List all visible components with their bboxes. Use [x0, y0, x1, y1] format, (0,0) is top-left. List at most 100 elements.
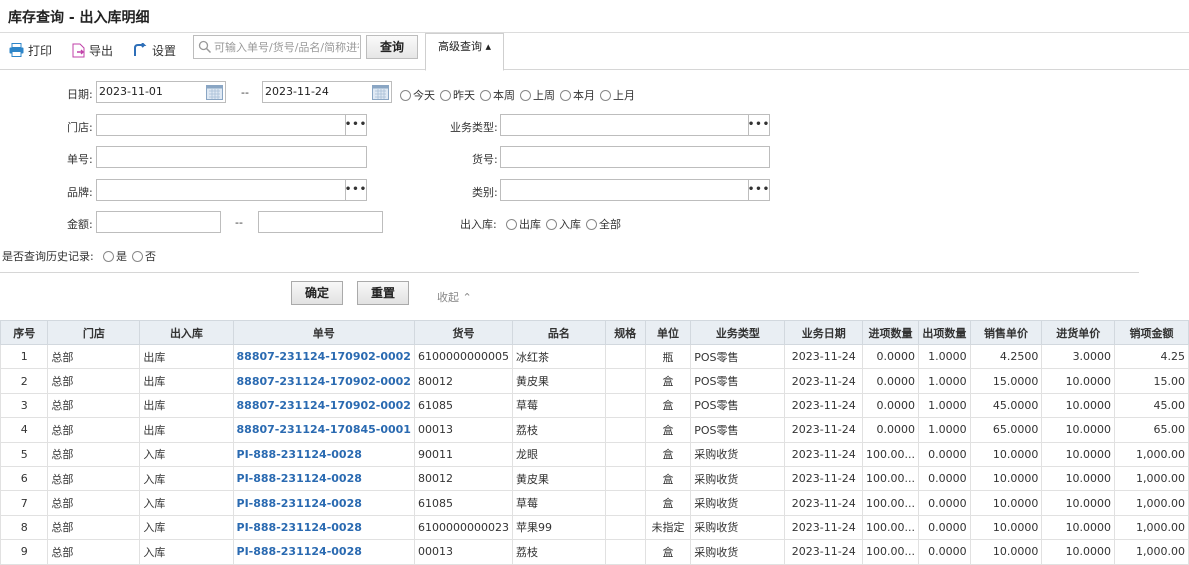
table-row[interactable]: 4 总部 出库 88807-231124-170845-0001 00013 荔枝 盒 POS… — [0, 417, 1189, 443]
brand-picker-button[interactable]: ••• — [345, 180, 366, 200]
category-picker-button[interactable]: ••• — [748, 180, 769, 200]
calendar-icon[interactable] — [206, 84, 223, 100]
cell-unit: 盒 — [644, 539, 692, 565]
cell-item-no: 6100000000023 — [413, 514, 513, 541]
radio-this-week[interactable]: 本周 — [480, 87, 515, 103]
table-row[interactable]: 8 总部 入库 PI-888-231124-0028 6100000000023 苹果99… — [0, 514, 1189, 541]
header-col-doc-no[interactable]: 单号 — [232, 320, 415, 345]
table-row[interactable]: 3 总部 出库 88807-231124-170902-0002 61085 草莓 盒 POS… — [0, 392, 1189, 419]
radio-last-week[interactable]: 上周 — [520, 87, 555, 103]
cell-in-qty: 0.0000 — [862, 392, 920, 419]
header-col-biz-type[interactable]: 业务类型 — [690, 320, 786, 345]
radio-history-yes[interactable]: 是 — [103, 248, 127, 264]
cell-in-qty: 0.0000 — [862, 417, 920, 443]
amount-to-field[interactable] — [258, 211, 383, 233]
cell-cost-price: 10.0000 — [1041, 465, 1116, 492]
cell-store: 总部 — [47, 417, 141, 443]
cell-store: 总部 — [47, 392, 141, 419]
cell-doc-no[interactable]: PI-888-231124-0028 — [232, 465, 415, 492]
cell-unit: 盒 — [644, 417, 692, 443]
cell-out-qty: 0.0000 — [918, 490, 971, 516]
header-col-out-qty[interactable]: 出项数量 — [918, 320, 971, 345]
radio-all[interactable]: 全部 — [586, 216, 621, 232]
item-no-field[interactable] — [500, 146, 770, 168]
header-col-in-qty[interactable]: 进项数量 — [862, 320, 920, 345]
biz-type-picker-button[interactable]: ••• — [748, 115, 769, 135]
radio-last-month[interactable]: 上月 — [600, 87, 635, 103]
header-col-out-amount[interactable]: 销项金额 — [1114, 320, 1189, 345]
cell-sale-price: 10.0000 — [969, 441, 1043, 467]
header-col-inout[interactable]: 出入库 — [139, 320, 234, 345]
header-col-spec[interactable]: 规格 — [604, 320, 646, 345]
cell-spec — [604, 417, 646, 443]
cell-doc-no[interactable]: PI-888-231124-0028 — [232, 490, 415, 516]
header-col-product-name[interactable]: 品名 — [511, 320, 606, 345]
biz-type-field[interactable]: ••• — [500, 114, 770, 136]
cell-doc-no[interactable]: 88807-231124-170902-0002 — [232, 392, 415, 419]
radio-outbound[interactable]: 出库 — [506, 216, 541, 232]
date-to-field[interactable]: 2023-11-24 — [262, 81, 392, 103]
table-row[interactable]: 1 总部 出库 88807-231124-170902-0002 61000000000… — [0, 343, 1189, 370]
store-field[interactable]: ••• — [96, 114, 367, 136]
category-field[interactable]: ••• — [500, 179, 770, 201]
doc-no-field[interactable] — [96, 146, 367, 168]
cell-doc-no[interactable]: PI-888-231124-0028 — [232, 514, 415, 541]
header-col-unit[interactable]: 单位 — [644, 320, 692, 345]
cell-doc-no[interactable]: 88807-231124-170902-0002 — [232, 343, 415, 370]
history-label: 是否查询历史记录: — [2, 250, 94, 263]
cell-cost-price: 10.0000 — [1041, 441, 1116, 467]
print-button[interactable]: 打印 — [9, 41, 52, 59]
brand-field[interactable]: ••• — [96, 179, 367, 201]
date-from-field[interactable]: 2023-11-01 — [96, 81, 226, 103]
cell-seq: 2 — [0, 368, 49, 394]
header-col-biz-date[interactable]: 业务日期 — [784, 320, 864, 345]
table-row[interactable]: 5 总部 入库 PI-888-231124-0028 90011 龙眼 盒采购收货 2023-… — [0, 441, 1189, 467]
store-picker-button[interactable]: ••• — [345, 115, 366, 135]
header-col-store[interactable]: 门店 — [47, 320, 141, 345]
cell-biz-type: 采购收货 — [690, 441, 786, 467]
cell-out-amount: 4.25 — [1114, 343, 1189, 370]
cell-doc-no[interactable]: PI-888-231124-0028 — [232, 441, 415, 467]
tab-advanced-query[interactable]: 高级查询 ▴ — [425, 33, 504, 71]
cell-seq: 6 — [0, 465, 49, 492]
cell-doc-no[interactable]: 88807-231124-170845-0001 — [232, 417, 415, 443]
amount-from-field[interactable] — [96, 211, 221, 233]
cell-store: 总部 — [47, 441, 141, 467]
radio-history-no[interactable]: 否 — [132, 248, 156, 264]
cell-product-name: 冰红茶 — [511, 343, 606, 370]
cell-biz-type: POS零售 — [690, 392, 786, 419]
cell-spec — [604, 368, 646, 394]
radio-this-month[interactable]: 本月 — [560, 87, 595, 103]
table-row[interactable]: 9 总部 入库 PI-888-231124-0028 00013 荔枝 盒采购收货 2023-… — [0, 539, 1189, 565]
table-row[interactable]: 6 总部 入库 PI-888-231124-0028 80012 黄皮果 盒采购收货 2023… — [0, 465, 1189, 492]
cell-seq: 9 — [0, 539, 49, 565]
cell-spec — [604, 514, 646, 541]
cell-unit: 盒 — [644, 490, 692, 516]
cell-cost-price: 10.0000 — [1041, 514, 1116, 541]
radio-yesterday[interactable]: 昨天 — [440, 87, 475, 103]
cell-doc-no[interactable]: PI-888-231124-0028 — [232, 539, 415, 565]
cell-item-no: 00013 — [413, 417, 513, 443]
cell-store: 总部 — [47, 514, 141, 541]
item-no-label: 货号: — [472, 153, 498, 166]
confirm-button[interactable]: 确定 — [291, 281, 343, 305]
export-button[interactable]: 导出 — [72, 41, 113, 59]
table-row[interactable]: 2 总部 出库 88807-231124-170902-0002 80012 黄皮果 盒 PO… — [0, 368, 1189, 394]
search-input[interactable] — [212, 37, 360, 57]
radio-inbound[interactable]: 入库 — [546, 216, 581, 232]
reset-button[interactable]: 重置 — [357, 281, 409, 305]
header-col-cost-price[interactable]: 进货单价 — [1041, 320, 1116, 345]
table-row[interactable]: 7 总部 入库 PI-888-231124-0028 61085 草莓 盒采购收货 2023-… — [0, 490, 1189, 516]
cell-biz-type: 采购收货 — [690, 539, 786, 565]
calendar-icon[interactable] — [372, 84, 389, 100]
settings-button[interactable]: 设置 — [134, 41, 176, 59]
radio-today[interactable]: 今天 — [400, 87, 435, 103]
header-col-seq[interactable]: 序号 — [0, 320, 49, 345]
inout-label: 出入库: — [460, 218, 497, 231]
cell-doc-no[interactable]: 88807-231124-170902-0002 — [232, 368, 415, 394]
header-col-sale-price[interactable]: 销售单价 — [969, 320, 1043, 345]
collapse-link[interactable]: 收起 ⌃ — [437, 289, 472, 305]
cell-product-name: 草莓 — [511, 392, 606, 419]
header-col-item-no[interactable]: 货号 — [413, 320, 513, 345]
query-button[interactable]: 查询 — [366, 35, 418, 59]
